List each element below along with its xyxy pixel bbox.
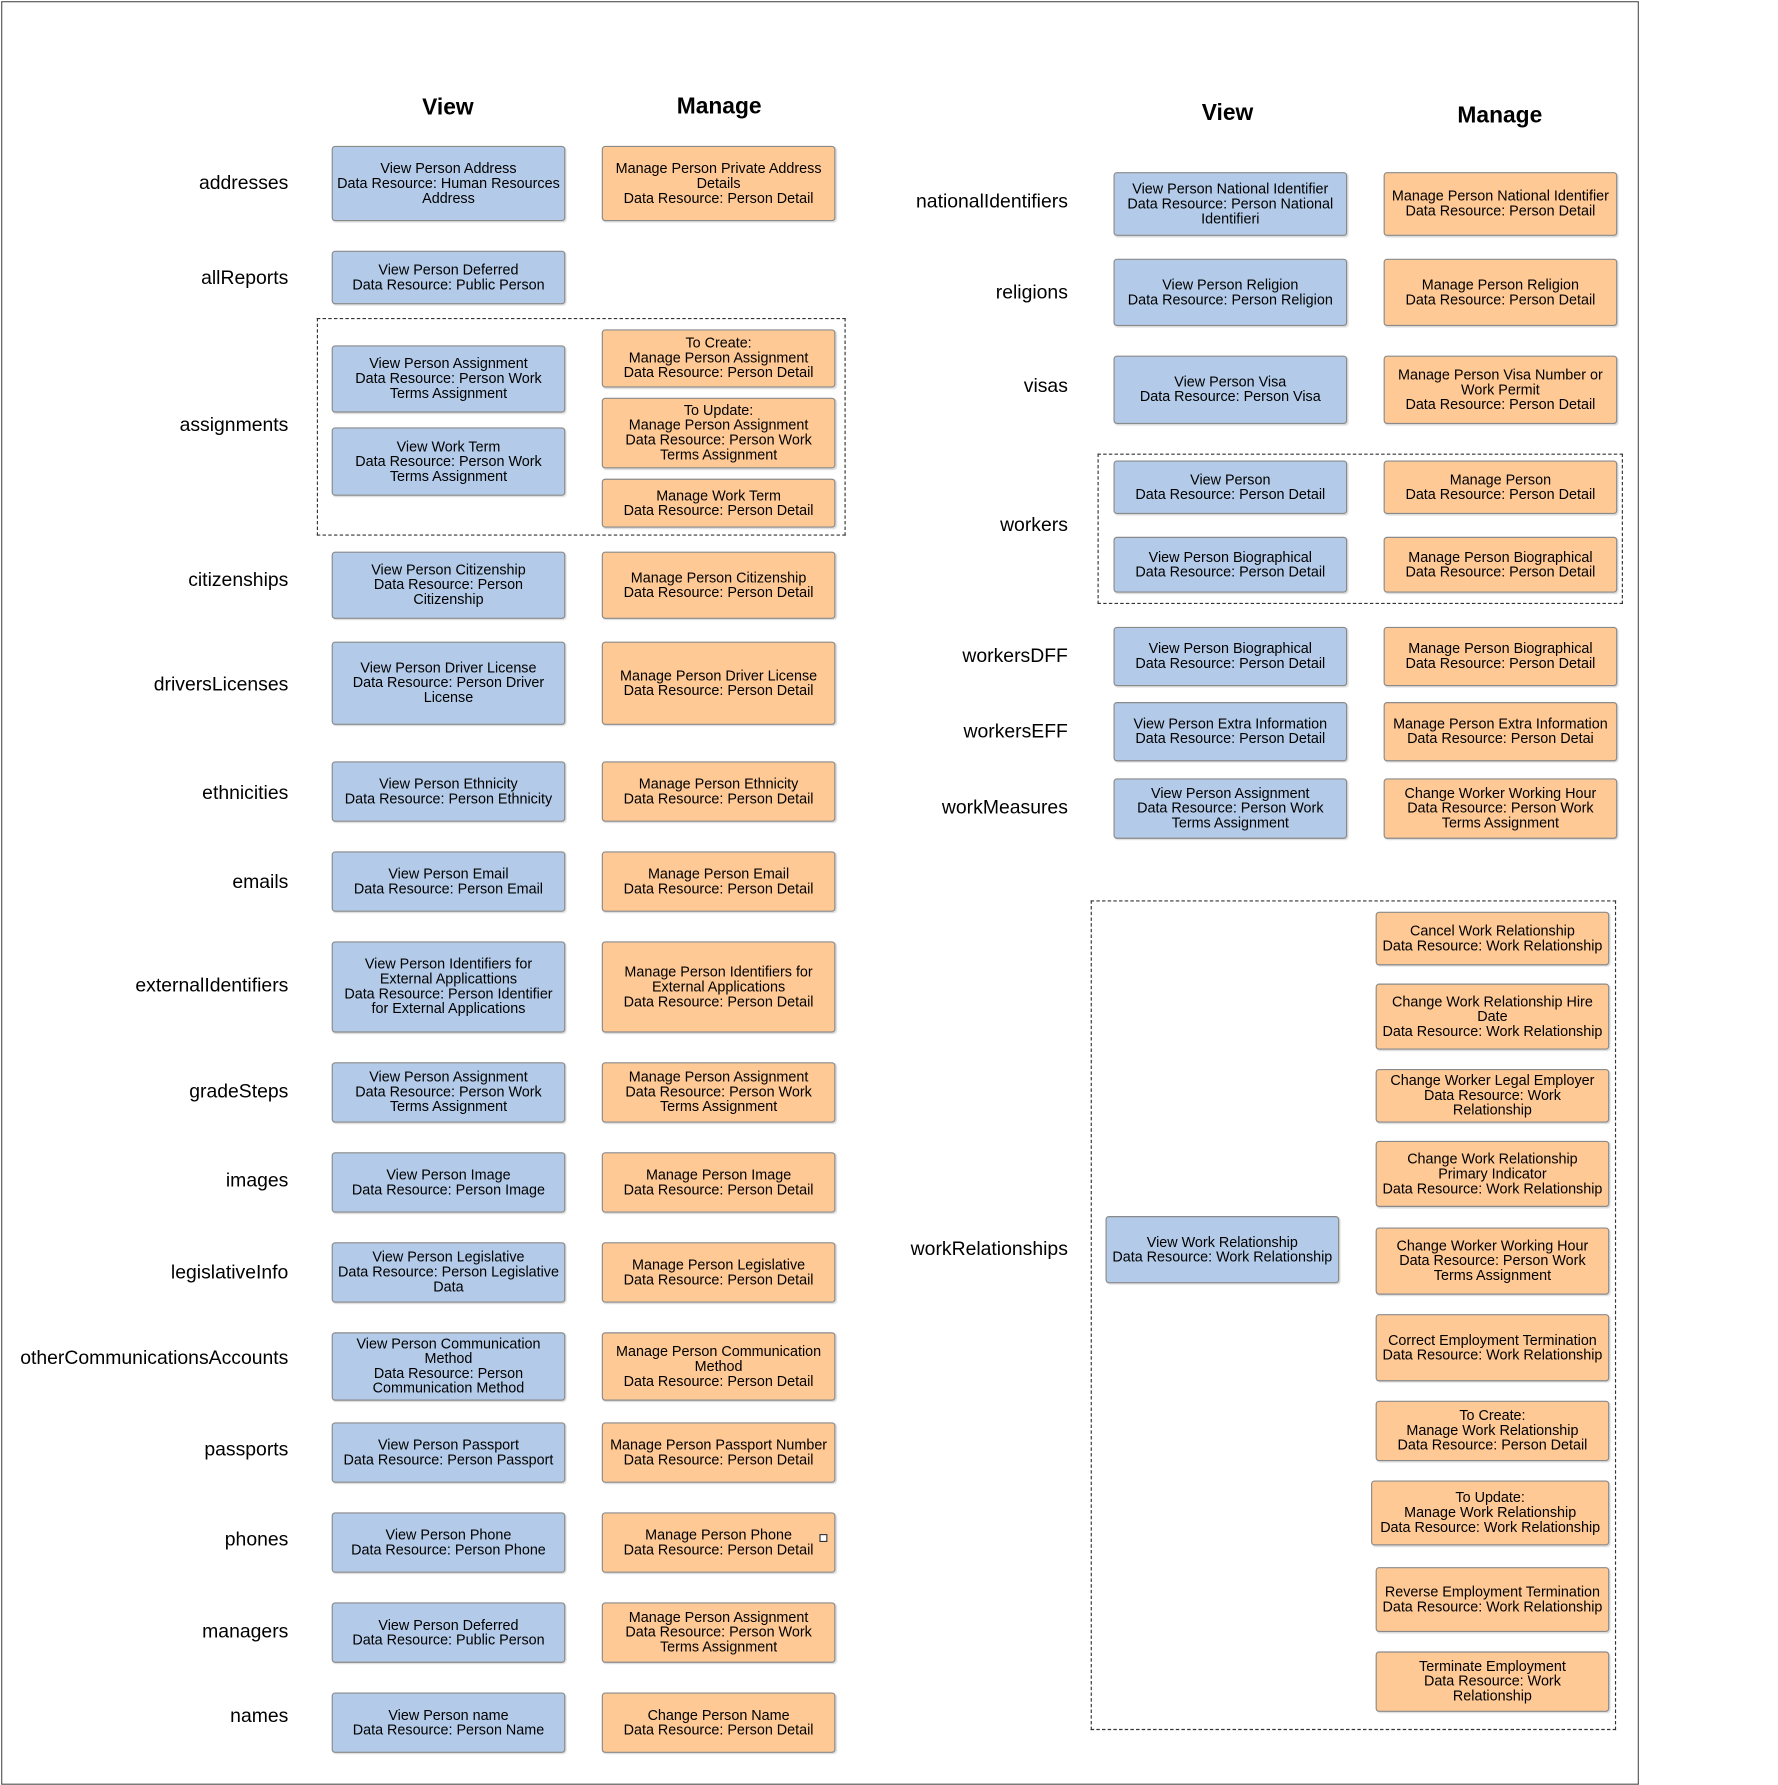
connection-handle-icon	[819, 1534, 828, 1543]
view-privilege-box[interactable]: View Work Term Data Resource: Person Wor…	[331, 427, 566, 496]
view-privilege-box[interactable]: View Person Driver License Data Resource…	[331, 641, 566, 725]
view-privilege-box[interactable]: View Person Identifiers for External App…	[331, 941, 566, 1033]
resource-label-workers-eff: workersEFF	[963, 720, 1068, 742]
manage-privilege-box[interactable]: Manage Person Email Data Resource: Perso…	[601, 851, 836, 912]
manage-privilege-box[interactable]: Manage Person Data Resource: Person Deta…	[1383, 460, 1618, 515]
resource-label-national-identifiers: nationalIdentifiers	[916, 190, 1068, 212]
manage-privilege-box[interactable]: Manage Person Citizenship Data Resource:…	[601, 551, 836, 619]
view-privilege-box[interactable]: View Person Legislative Data Resource: P…	[331, 1242, 566, 1303]
view-privilege-box[interactable]: View Person Communication Method Data Re…	[331, 1332, 566, 1401]
view-privilege-box[interactable]: View Person Ethnicity Data Resource: Per…	[331, 761, 566, 822]
resource-label-all-reports: allReports	[201, 266, 289, 289]
resource-label-managers: managers	[202, 1620, 289, 1643]
resource-label-workers: workers	[1000, 514, 1068, 536]
manage-privilege-box[interactable]: Manage Person Private Address Details Da…	[601, 145, 836, 222]
manage-privilege-box[interactable]: Change Person Name Data Resource: Person…	[601, 1692, 836, 1753]
view-privilege-box[interactable]: View Person Deferred Data Resource: Publ…	[331, 250, 566, 305]
view-privilege-box[interactable]: View Person National Identifier Data Res…	[1113, 172, 1348, 236]
manage-privilege-box[interactable]: Correct Employment Termination Data Reso…	[1375, 1314, 1610, 1382]
manage-privilege-box[interactable]: Manage Person Passport Number Data Resou…	[601, 1422, 836, 1483]
resource-label-legislative-info: legislativeInfo	[170, 1261, 289, 1284]
resource-label-work-measures: workMeasures	[941, 796, 1068, 819]
manage-privilege-box[interactable]: Manage Person Visa Number or Work Permit…	[1383, 355, 1618, 424]
manage-privilege-box[interactable]: Change Worker Working Hour Data Resource…	[1383, 778, 1618, 839]
permission-diagram: View Manage View Manage addresses View Pe…	[0, 0, 1778, 1785]
manage-privilege-box[interactable]: Manage Person Ethnicity Data Resource: P…	[601, 761, 836, 822]
resource-label-workers-dff: workersDFF	[962, 645, 1068, 667]
resource-label-ethnicities: ethnicities	[202, 781, 289, 804]
manage-privilege-box[interactable]: Manage Person Image Data Resource: Perso…	[601, 1152, 836, 1213]
manage-privilege-box[interactable]: Manage Person Identifiers for External A…	[601, 941, 836, 1033]
resource-label-addresses: addresses	[198, 172, 289, 194]
left-view-header: View	[422, 95, 474, 121]
resource-label-citizenships: citizenships	[188, 568, 289, 591]
manage-privilege-box[interactable]: To Create: Manage Person Assignment Data…	[601, 329, 836, 388]
manage-privilege-box[interactable]: Manage Person National Identifier Data R…	[1383, 172, 1618, 236]
resource-label-grade-steps: gradeSteps	[189, 1080, 289, 1103]
manage-privilege-box[interactable]: Reverse Employment Termination Data Reso…	[1375, 1567, 1610, 1633]
resource-label-other-communications-accounts: otherCommunicationsAccounts	[20, 1347, 289, 1369]
manage-privilege-box[interactable]: Manage Person Phone Data Resource: Perso…	[601, 1512, 836, 1573]
manage-privilege-box[interactable]: Manage Person Legislative Data Resource:…	[601, 1242, 836, 1303]
view-privilege-box[interactable]: View Person Phone Data Resource: Person …	[331, 1512, 566, 1573]
view-privilege-box[interactable]: View Work Relationship Data Resource: Wo…	[1105, 1216, 1340, 1284]
manage-privilege-box[interactable]: Manage Person Assignment Data Resource: …	[601, 1062, 836, 1123]
resource-label-emails: emails	[232, 870, 289, 893]
resource-label-names: names	[230, 1704, 289, 1727]
manage-privilege-box[interactable]: Change Worker Working Hour Data Resource…	[1375, 1227, 1610, 1295]
view-privilege-box[interactable]: View Person Address Data Resource: Human…	[331, 145, 566, 222]
manage-privilege-box[interactable]: To Create: Manage Work Relationship Data…	[1375, 1400, 1610, 1462]
manage-privilege-box[interactable]: Manage Person Assignment Data Resource: …	[601, 1602, 836, 1663]
resource-label-passports: passports	[204, 1438, 289, 1460]
view-privilege-box[interactable]: View Person Visa Data Resource: Person V…	[1113, 355, 1348, 424]
manage-privilege-box[interactable]: To Update: Manage Person Assignment Data…	[601, 397, 836, 469]
view-privilege-box[interactable]: View Person Religion Data Resource: Pers…	[1113, 258, 1348, 326]
manage-privilege-box[interactable]: Terminate Employment Data Resource: Work…	[1375, 1651, 1610, 1712]
view-privilege-box[interactable]: View Person Image Data Resource: Person …	[331, 1152, 566, 1213]
resource-label-images: images	[225, 1169, 289, 1191]
manage-privilege-box[interactable]: To Update: Manage Work Relationship Data…	[1371, 1480, 1610, 1546]
resource-label-religions: religions	[995, 281, 1068, 304]
resource-label-work-relationships: workRelationships	[910, 1237, 1068, 1260]
resource-label-phones: phones	[224, 1528, 289, 1550]
manage-privilege-box[interactable]: Manage Work Term Data Resource: Person D…	[601, 478, 836, 528]
manage-privilege-box[interactable]: Manage Person Communication Method Data …	[601, 1332, 836, 1401]
view-privilege-box[interactable]: View Person Biographical Data Resource: …	[1113, 626, 1348, 687]
manage-privilege-box[interactable]: Change Work Relationship Hire Date Data …	[1375, 983, 1610, 1050]
manage-privilege-box[interactable]: Manage Person Religion Data Resource: Pe…	[1383, 258, 1618, 326]
view-privilege-box[interactable]: View Person Assignment Data Resource: Pe…	[331, 1062, 566, 1123]
right-view-header: View	[1201, 100, 1254, 126]
view-privilege-box[interactable]: View Person Assignment Data Resource: Pe…	[1113, 778, 1348, 839]
manage-privilege-box[interactable]: Change Work Relationship Primary Indicat…	[1375, 1140, 1610, 1207]
left-manage-header: Manage	[676, 94, 762, 120]
manage-privilege-box[interactable]: Cancel Work Relationship Data Resource: …	[1375, 911, 1610, 966]
right-manage-header: Manage	[1457, 103, 1543, 129]
manage-privilege-box[interactable]: Manage Person Biographical Data Resource…	[1383, 626, 1618, 687]
view-privilege-box[interactable]: View Person Passport Data Resource: Pers…	[331, 1422, 566, 1483]
view-privilege-box[interactable]: View Person name Data Resource: Person N…	[331, 1692, 566, 1753]
view-privilege-box[interactable]: View Person Data Resource: Person Detail	[1113, 460, 1348, 515]
manage-privilege-box[interactable]: Change Worker Legal Employer Data Resour…	[1375, 1069, 1610, 1123]
view-privilege-box[interactable]: View Person Email Data Resource: Person …	[331, 851, 566, 912]
view-privilege-box[interactable]: View Person Citizenship Data Resource: P…	[331, 551, 566, 619]
resource-label-visas: visas	[1023, 374, 1068, 397]
view-privilege-box[interactable]: View Person Biographical Data Resource: …	[1113, 536, 1348, 593]
manage-privilege-box[interactable]: Manage Person Driver License Data Resour…	[601, 641, 836, 725]
view-privilege-box[interactable]: View Person Assignment Data Resource: Pe…	[331, 345, 566, 413]
view-privilege-box[interactable]: View Person Deferred Data Resource: Publ…	[331, 1602, 566, 1663]
manage-privilege-box[interactable]: Manage Person Biographical Data Resource…	[1383, 536, 1618, 593]
resource-label-external-identifiers: externalIdentifiers	[135, 974, 289, 997]
view-privilege-box[interactable]: View Person Extra Information Data Resou…	[1113, 702, 1348, 762]
resource-label-drivers-licenses: driversLicenses	[153, 673, 289, 696]
manage-privilege-box[interactable]: Manage Person Extra Information Data Res…	[1383, 702, 1618, 762]
resource-label-assignments: assignments	[179, 413, 289, 436]
